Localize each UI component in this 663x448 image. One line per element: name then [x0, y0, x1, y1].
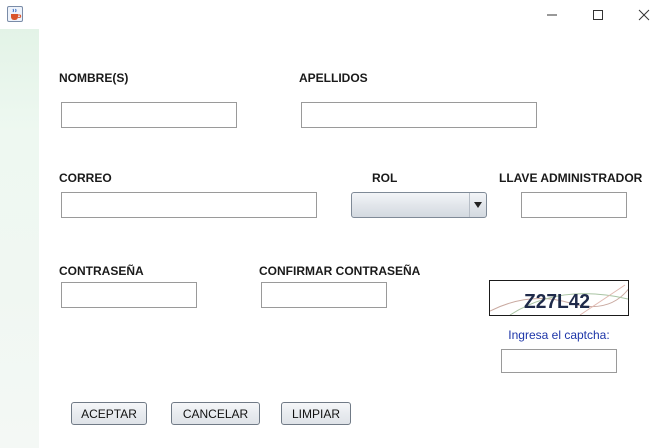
- confirmar-contrasena-input[interactable]: [261, 282, 387, 308]
- correo-label: CORREO: [59, 171, 112, 185]
- side-decoration-strip: [0, 29, 39, 448]
- captcha-prompt: Ingresa el captcha:: [508, 328, 610, 342]
- llave-admin-input[interactable]: [521, 192, 627, 218]
- chevron-down-icon: [474, 202, 482, 208]
- window-titlebar: [0, 0, 663, 29]
- captcha-image: Z27L42: [489, 280, 629, 316]
- maximize-button[interactable]: [575, 0, 621, 29]
- form-panel: [0, 29, 663, 448]
- confirmar-contrasena-label: CONFIRMAR CONTRASEÑA: [259, 264, 421, 278]
- rol-dropdown-arrow[interactable]: [469, 193, 486, 217]
- aceptar-button[interactable]: ACEPTAR: [71, 402, 147, 425]
- rol-label: ROL: [372, 171, 398, 185]
- nombres-label: NOMBRE(S): [59, 71, 129, 85]
- close-icon: [638, 9, 650, 20]
- llave-admin-label: LLAVE ADMINISTRADOR: [499, 171, 643, 185]
- maximize-icon: [593, 9, 603, 20]
- rol-dropdown[interactable]: [351, 192, 487, 218]
- close-button[interactable]: [621, 0, 663, 29]
- java-cup-icon[interactable]: [7, 6, 23, 22]
- nombres-input[interactable]: [61, 102, 237, 128]
- apellidos-input[interactable]: [301, 102, 537, 128]
- cancelar-button[interactable]: CANCELAR: [171, 402, 260, 425]
- minimize-icon: [547, 14, 557, 15]
- minimize-button[interactable]: [529, 0, 575, 29]
- captcha-input[interactable]: [501, 349, 617, 373]
- correo-input[interactable]: [61, 192, 317, 218]
- captcha-text: Z27L42: [524, 291, 590, 313]
- contrasena-input[interactable]: [61, 282, 197, 308]
- limpiar-button[interactable]: LIMPIAR: [281, 402, 351, 425]
- contrasena-label: CONTRASEÑA: [59, 264, 144, 278]
- apellidos-label: APELLIDOS: [299, 71, 368, 85]
